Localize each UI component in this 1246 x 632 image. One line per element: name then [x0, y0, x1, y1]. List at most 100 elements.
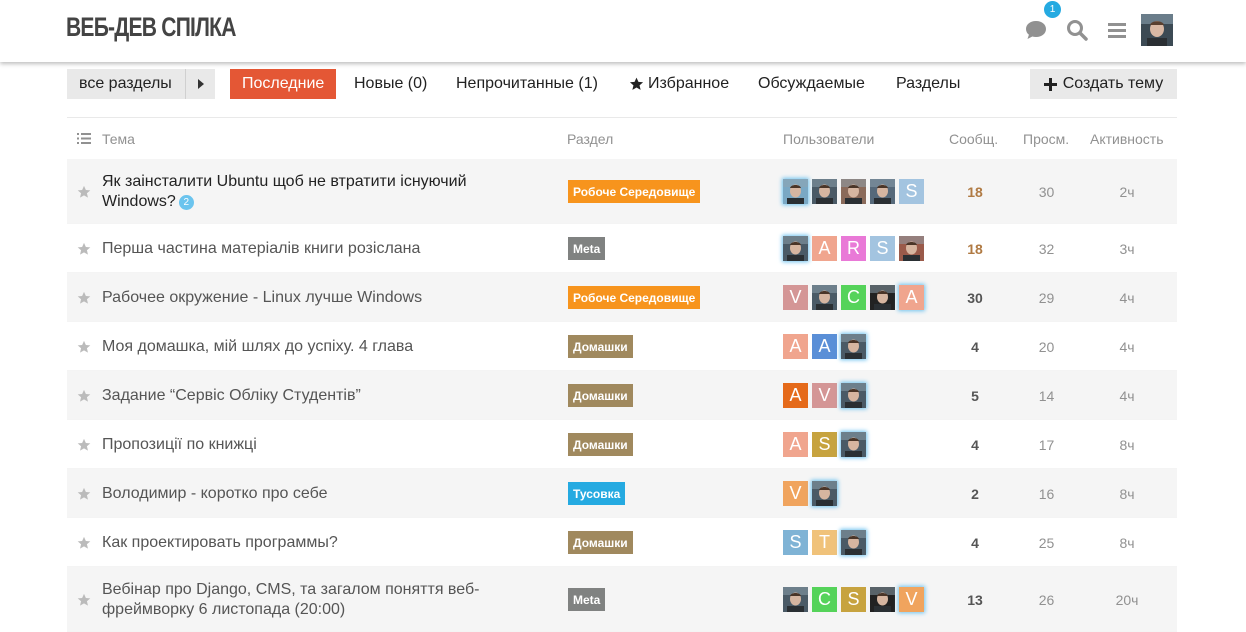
poster-avatar[interactable]: V	[783, 285, 808, 310]
posts-count[interactable]: 4	[945, 339, 1005, 355]
poster-avatar[interactable]: V	[899, 587, 924, 612]
activity-age[interactable]: 20ч	[1097, 592, 1157, 608]
topic-row[interactable]: Моя домашка, мій шлях до успіху. 4 глава…	[67, 322, 1177, 371]
nav-categories[interactable]: Разделы	[896, 69, 960, 99]
posts-count[interactable]: 4	[945, 437, 1005, 453]
category-badge[interactable]: Meta	[568, 588, 606, 611]
star-icon[interactable]	[77, 438, 91, 452]
category-badge[interactable]: Робоче Середовище	[568, 286, 701, 309]
notification-count-badge[interactable]: 1	[1044, 1, 1061, 18]
poster-avatar[interactable]	[841, 530, 866, 555]
topic-title-link[interactable]: Задание “Сервіс Обліку Студентів”	[102, 386, 502, 406]
poster-avatar[interactable]	[783, 236, 808, 261]
star-icon[interactable]	[77, 593, 91, 607]
poster-avatar[interactable]: A	[812, 236, 837, 261]
header-activity[interactable]: Активность	[1090, 131, 1164, 147]
activity-age[interactable]: 4ч	[1097, 339, 1157, 355]
nav-latest[interactable]: Последние	[230, 69, 337, 99]
category-dropdown[interactable]: все разделы	[67, 69, 215, 99]
header-topic[interactable]: Тема	[102, 131, 135, 147]
header-users[interactable]: Пользователи	[783, 131, 874, 147]
poster-avatar[interactable]	[783, 587, 808, 612]
poster-avatar[interactable]: S	[783, 530, 808, 555]
star-icon[interactable]	[77, 389, 91, 403]
poster-avatar[interactable]	[812, 481, 837, 506]
poster-avatar[interactable]: A	[812, 334, 837, 359]
posts-count[interactable]: 30	[945, 290, 1005, 306]
site-logo[interactable]: ВЕБ-ДЕВ СПІЛКА	[66, 12, 236, 43]
search-icon[interactable]	[1064, 16, 1090, 44]
poster-avatar[interactable]: A	[783, 334, 808, 359]
poster-avatar[interactable]: S	[841, 587, 866, 612]
user-avatar[interactable]	[1141, 14, 1173, 46]
topic-title-link[interactable]: Как проектировать программы?	[102, 533, 502, 553]
menu-hamburger-icon[interactable]	[1104, 16, 1130, 44]
poster-avatar[interactable]: R	[841, 236, 866, 261]
category-badge[interactable]: Домашки	[568, 335, 633, 358]
poster-avatar[interactable]: C	[812, 587, 837, 612]
posts-count[interactable]: 5	[945, 388, 1005, 404]
nav-unread[interactable]: Непрочитанные (1)	[456, 69, 598, 99]
star-icon[interactable]	[77, 242, 91, 256]
header-posts[interactable]: Сообщ.	[949, 131, 998, 147]
activity-age[interactable]: 4ч	[1097, 290, 1157, 306]
poster-avatar[interactable]: S	[899, 179, 924, 204]
activity-age[interactable]: 4ч	[1097, 388, 1157, 404]
poster-avatar[interactable]	[841, 179, 866, 204]
posts-count[interactable]: 18	[945, 184, 1005, 200]
star-icon[interactable]	[77, 291, 91, 305]
nav-new[interactable]: Новые (0)	[354, 69, 427, 99]
poster-avatar[interactable]: A	[899, 285, 924, 310]
caret-right-icon[interactable]	[186, 69, 215, 99]
create-topic-button[interactable]: Создать тему	[1030, 69, 1177, 99]
topic-row[interactable]: Пропозиції по книжці Домашки A S 4 17 8ч	[67, 420, 1177, 469]
category-badge[interactable]: Домашки	[568, 384, 633, 407]
category-badge[interactable]: Домашки	[568, 531, 633, 554]
poster-avatar[interactable]: V	[812, 383, 837, 408]
topic-title-link[interactable]: Перша частина матеріалів книги розіслана	[102, 239, 502, 259]
topic-title-link[interactable]: Володимир - коротко про себе	[102, 484, 502, 504]
posts-count[interactable]: 18	[945, 241, 1005, 257]
unread-count-badge[interactable]: 2	[178, 194, 194, 210]
poster-avatar[interactable]: A	[783, 432, 808, 457]
topic-title-link[interactable]: Вебінар про Django, CMS, та загалом поня…	[102, 580, 502, 620]
poster-avatar[interactable]: T	[812, 530, 837, 555]
poster-avatar[interactable]	[841, 334, 866, 359]
posts-count[interactable]: 13	[945, 592, 1005, 608]
star-icon[interactable]	[77, 185, 91, 199]
poster-avatar[interactable]	[812, 179, 837, 204]
category-badge[interactable]: Домашки	[568, 433, 633, 456]
topic-row[interactable]: Рабочее окружение - Linux лучше Windows Р…	[67, 273, 1177, 322]
poster-avatar[interactable]	[812, 285, 837, 310]
header-views[interactable]: Просм.	[1023, 131, 1069, 147]
topic-title-link[interactable]: Як заінсталити Ubuntu щоб не втратити іс…	[102, 172, 502, 212]
activity-age[interactable]: 8ч	[1097, 486, 1157, 502]
topic-title-link[interactable]: Пропозиції по книжці	[102, 435, 502, 455]
activity-age[interactable]: 8ч	[1097, 535, 1157, 551]
topic-title-link[interactable]: Моя домашка, мій шлях до успіху. 4 глава	[102, 337, 502, 357]
posts-count[interactable]: 4	[945, 535, 1005, 551]
poster-avatar[interactable]	[870, 179, 895, 204]
category-badge[interactable]: Робоче Середовище	[568, 180, 701, 203]
topic-row[interactable]: Перша частина матеріалів книги розіслана…	[67, 224, 1177, 273]
topic-title-link[interactable]: Рабочее окружение - Linux лучше Windows	[102, 288, 502, 308]
category-badge[interactable]: Тусовка	[568, 482, 626, 505]
poster-avatar[interactable]	[841, 432, 866, 457]
category-badge[interactable]: Meta	[568, 237, 606, 260]
topic-row[interactable]: Вебінар про Django, CMS, та загалом поня…	[67, 567, 1177, 632]
topic-row[interactable]: Как проектировать программы? Домашки S T 4 25…	[67, 518, 1177, 567]
poster-avatar[interactable]	[841, 383, 866, 408]
header-category[interactable]: Раздел	[567, 131, 613, 147]
topic-row[interactable]: Володимир - коротко про себе Тусовка V 2 16 8…	[67, 469, 1177, 518]
activity-age[interactable]: 3ч	[1097, 241, 1157, 257]
star-icon[interactable]	[77, 487, 91, 501]
poster-avatar[interactable]	[870, 285, 895, 310]
star-icon[interactable]	[77, 536, 91, 550]
notifications-icon[interactable]	[1023, 16, 1049, 44]
nav-top[interactable]: Обсуждаемые	[758, 69, 865, 99]
poster-avatar[interactable]: S	[812, 432, 837, 457]
poster-avatar[interactable]: S	[870, 236, 895, 261]
topic-row[interactable]: Як заінсталити Ubuntu щоб не втратити іс…	[67, 159, 1177, 224]
poster-avatar[interactable]: C	[841, 285, 866, 310]
posts-count[interactable]: 2	[945, 486, 1005, 502]
